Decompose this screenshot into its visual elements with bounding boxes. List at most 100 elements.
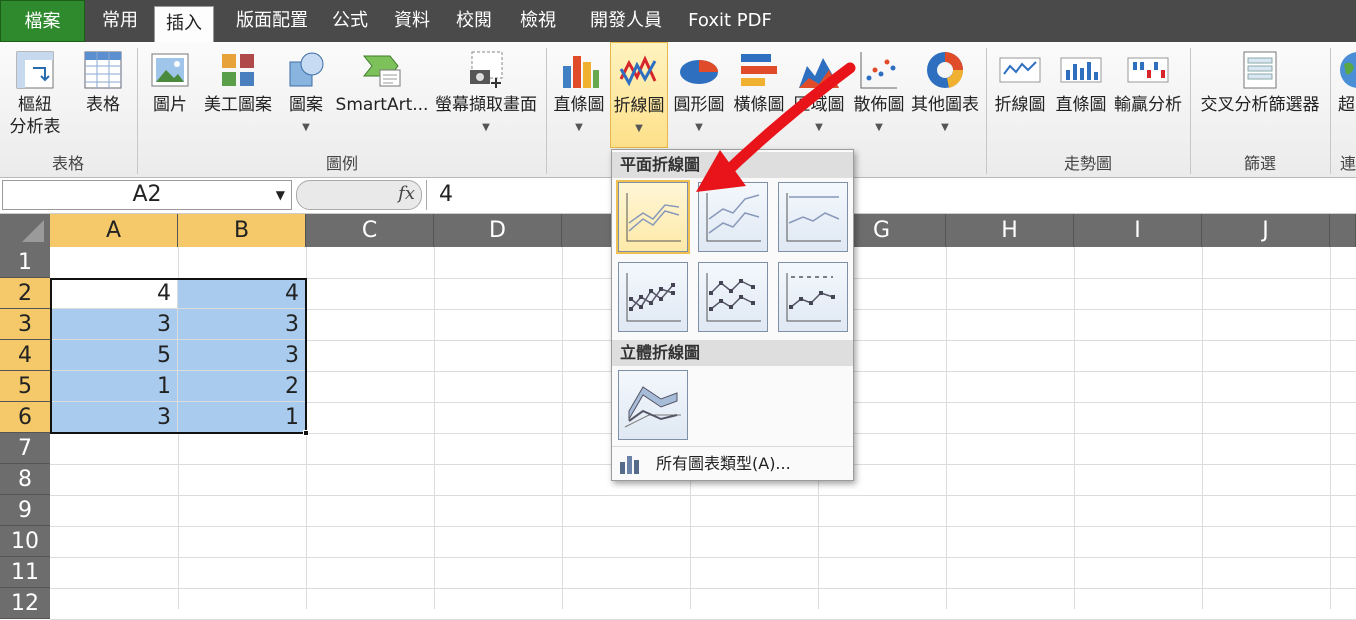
select-all-corner[interactable] bbox=[0, 214, 50, 247]
formula-input[interactable]: 4 bbox=[426, 180, 453, 210]
gridline bbox=[50, 526, 1356, 527]
line-with-markers-option[interactable] bbox=[618, 262, 688, 332]
stacked-line-markers-thumbnail-icon bbox=[706, 273, 761, 322]
row-header-9[interactable]: 9 bbox=[0, 495, 50, 526]
tab-review[interactable]: 校閱 bbox=[448, 0, 500, 42]
group-separator bbox=[1330, 48, 1331, 174]
row-header-8[interactable]: 8 bbox=[0, 464, 50, 495]
cell-b5[interactable]: 2 bbox=[178, 371, 306, 402]
line-chart-button[interactable]: 折線圖 ▼ bbox=[610, 42, 668, 148]
cell-a4[interactable]: 5 bbox=[50, 340, 178, 371]
tab-foxit-pdf[interactable]: Foxit PDF bbox=[680, 0, 780, 42]
tab-insert[interactable]: 插入 bbox=[154, 6, 214, 42]
screenshot-button[interactable]: 螢幕擷取畫面 ▼ bbox=[432, 42, 540, 148]
gridline bbox=[50, 495, 1356, 496]
table-button[interactable]: 表格 bbox=[72, 42, 134, 148]
picture-label: 圖片 bbox=[153, 95, 187, 115]
group-label-tables: 表格 bbox=[51, 154, 84, 173]
row-header-5[interactable]: 5 bbox=[0, 371, 50, 402]
sparkline-line-button[interactable]: 折線圖 bbox=[990, 42, 1050, 148]
slicer-button[interactable]: 交叉分析篩選器 bbox=[1194, 42, 1326, 148]
picture-button[interactable]: 圖片 bbox=[142, 42, 198, 148]
chevron-down-icon[interactable]: ▼ bbox=[276, 181, 285, 209]
row-header-6[interactable]: 6 bbox=[0, 402, 50, 433]
row-header-1[interactable]: 1 bbox=[0, 247, 50, 278]
column-header-d[interactable]: D bbox=[434, 214, 562, 247]
cell-b2[interactable]: 4 bbox=[178, 278, 306, 309]
row-header-4[interactable]: 4 bbox=[0, 340, 50, 371]
group-label-sparklines: 走勢圖 bbox=[1063, 154, 1112, 173]
pivot-table-label: 樞紐 分析表 bbox=[9, 95, 61, 137]
column-header-partial[interactable] bbox=[1330, 214, 1356, 247]
cell-b4[interactable]: 3 bbox=[178, 340, 306, 371]
fx-icon[interactable]: fx bbox=[398, 183, 415, 204]
slicer-label: 交叉分析篩選器 bbox=[1200, 95, 1320, 115]
gridline bbox=[1202, 247, 1203, 609]
group-separator bbox=[1190, 48, 1191, 174]
row-header-10[interactable]: 10 bbox=[0, 526, 50, 557]
gridline bbox=[1330, 247, 1331, 609]
column-header-h[interactable]: H bbox=[946, 214, 1074, 247]
cell-b6[interactable]: 1 bbox=[178, 402, 306, 433]
column-header-b[interactable]: B bbox=[178, 214, 306, 247]
row-header-11[interactable]: 11 bbox=[0, 557, 50, 588]
globe-icon bbox=[1340, 52, 1356, 88]
column-header-c[interactable]: C bbox=[306, 214, 434, 247]
table-label: 表格 bbox=[86, 95, 120, 115]
insert-function-area[interactable]: fx bbox=[296, 180, 422, 210]
tab-developer[interactable]: 開發人員 bbox=[576, 0, 676, 42]
tab-home[interactable]: 常用 bbox=[88, 0, 152, 42]
column-header-j[interactable]: J bbox=[1202, 214, 1330, 247]
gridline bbox=[306, 247, 307, 609]
stacked-line-with-markers-option[interactable] bbox=[698, 262, 768, 332]
100-stacked-line-with-markers-option[interactable] bbox=[778, 262, 848, 332]
tab-file[interactable]: 檔案 bbox=[0, 0, 85, 42]
scatter-chart-icon bbox=[860, 52, 897, 89]
row-header-7[interactable]: 7 bbox=[0, 433, 50, 464]
row-header-2[interactable]: 2 bbox=[0, 278, 50, 309]
row-header-3[interactable]: 3 bbox=[0, 309, 50, 340]
tab-page-layout[interactable]: 版面配置 bbox=[222, 0, 322, 42]
clipart-label: 美工圖案 bbox=[204, 95, 272, 115]
smartart-icon bbox=[362, 55, 401, 87]
select-all-triangle-icon bbox=[22, 220, 44, 242]
line-chart-option[interactable] bbox=[616, 180, 690, 254]
cell-a6[interactable]: 3 bbox=[50, 402, 178, 433]
cell-a2[interactable]: 4 bbox=[50, 278, 178, 309]
other-charts-button[interactable]: 其他圖表 ▼ bbox=[908, 42, 982, 148]
clipart-button[interactable]: 美工圖案 bbox=[200, 42, 276, 148]
sparkline-column-button[interactable]: 直條圖 bbox=[1052, 42, 1110, 148]
3d-line-chart-option[interactable] bbox=[618, 370, 688, 440]
fill-handle[interactable] bbox=[303, 430, 309, 436]
cell-a5[interactable]: 1 bbox=[50, 371, 178, 402]
all-chart-types-label: 所有圖表類型(A)... bbox=[656, 454, 791, 473]
group-separator bbox=[986, 48, 987, 174]
smartart-button[interactable]: SmartArt... bbox=[334, 42, 430, 148]
percent-stacked-markers-thumbnail-icon bbox=[786, 273, 841, 322]
group-separator bbox=[546, 48, 547, 174]
pivot-table-button[interactable]: 樞紐 分析表 bbox=[2, 42, 68, 148]
sparkline-column-icon bbox=[1060, 57, 1102, 83]
all-chart-types-icon bbox=[620, 456, 639, 474]
all-chart-types-item[interactable]: 所有圖表類型(A)... bbox=[612, 446, 853, 480]
column-chart-button[interactable]: 直條圖 ▼ bbox=[550, 42, 608, 148]
name-box[interactable]: A2 ▼ bbox=[2, 180, 292, 210]
tab-data[interactable]: 資料 bbox=[386, 0, 438, 42]
sparkline-winloss-icon bbox=[1127, 57, 1169, 83]
screenshot-label: 螢幕擷取畫面 bbox=[435, 95, 537, 115]
chevron-down-icon: ▼ bbox=[482, 122, 490, 133]
group-label-links: 連 bbox=[1340, 154, 1356, 173]
column-chart-icon bbox=[563, 56, 599, 88]
sparkline-winloss-button[interactable]: 輸贏分析 bbox=[1110, 42, 1186, 148]
row-header-12[interactable]: 12 bbox=[0, 588, 50, 619]
cell-b3[interactable]: 3 bbox=[178, 309, 306, 340]
shapes-button[interactable]: 圖案 ▼ bbox=[280, 42, 332, 148]
cell-a3[interactable]: 3 bbox=[50, 309, 178, 340]
tab-formulas[interactable]: 公式 bbox=[324, 0, 376, 42]
sparkline-line-icon bbox=[999, 57, 1041, 83]
tab-view[interactable]: 檢視 bbox=[512, 0, 564, 42]
column-header-i[interactable]: I bbox=[1074, 214, 1202, 247]
line-chart-label: 折線圖 bbox=[613, 96, 665, 116]
column-header-a[interactable]: A bbox=[50, 214, 178, 247]
hyperlink-button[interactable]: 超 bbox=[1334, 42, 1356, 148]
